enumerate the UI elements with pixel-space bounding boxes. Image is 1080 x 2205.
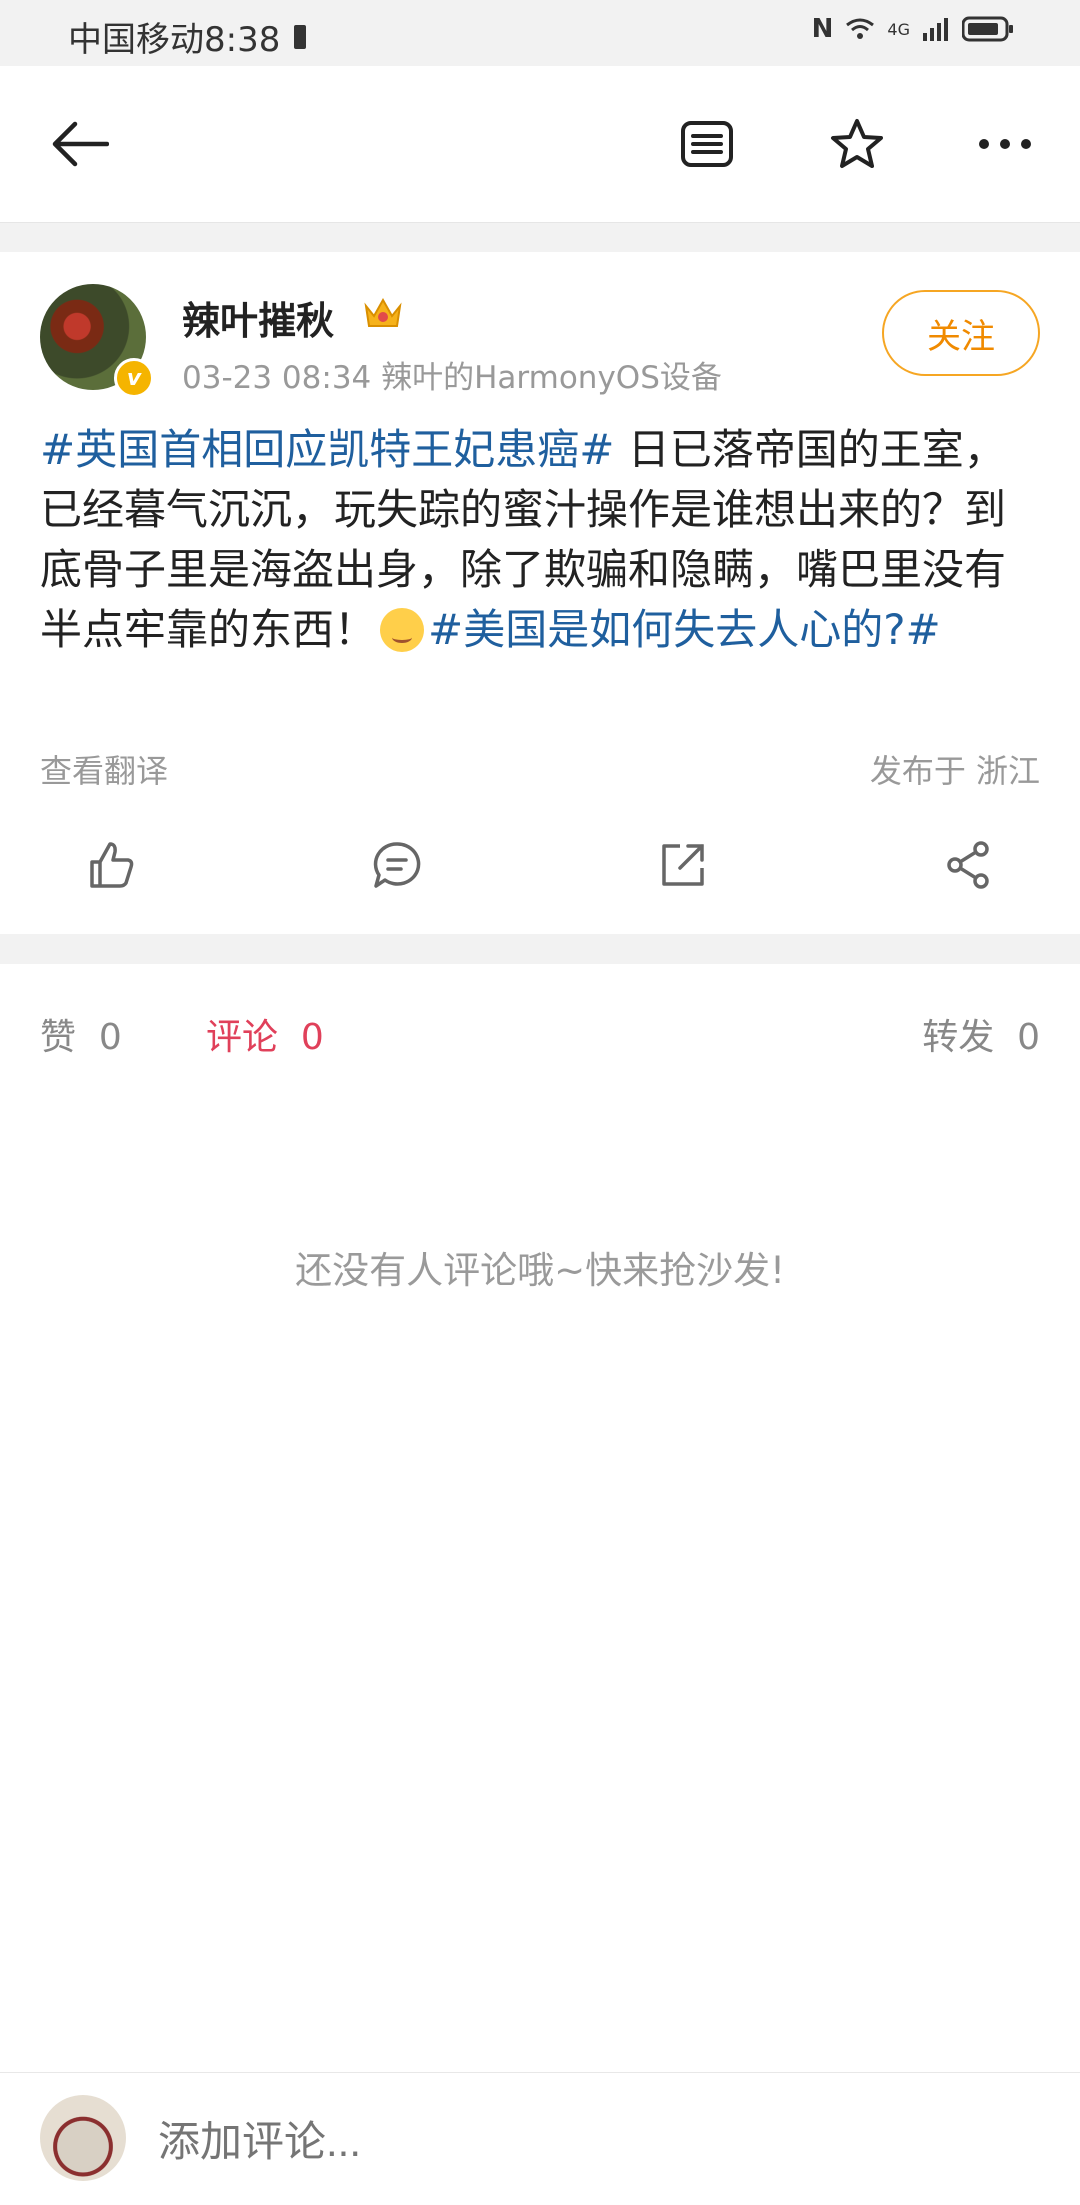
repost-icon[interactable]	[650, 832, 716, 898]
shush-emoji-icon	[380, 608, 425, 652]
post-content: #英国首相回应凯特王妃患癌# 日已落帝国的王室，已经暮气沉沉，玩失踪的蜜汁操作是…	[40, 420, 1040, 660]
top-bar	[0, 66, 1080, 223]
comment-bar	[0, 2072, 1080, 2205]
share-icon[interactable]	[936, 832, 1002, 898]
crown-icon	[364, 297, 402, 327]
tab-comments[interactable]: 评论 0	[206, 1008, 324, 1060]
follow-button[interactable]: 关注	[882, 290, 1040, 376]
nfc-icon: N	[811, 14, 834, 44]
comments-area: 还没有人评论哦~快来抢沙发!	[0, 1098, 1080, 2072]
battery-saver-icon	[294, 24, 307, 49]
back-arrow-icon[interactable]	[46, 111, 112, 177]
username[interactable]: 辣叶摧秋	[182, 290, 334, 345]
verified-badge-icon: v	[114, 358, 154, 398]
comment-input[interactable]	[156, 2117, 1020, 2167]
interaction-tabs: 赞 0 评论 0 转发 0	[0, 964, 1080, 1099]
like-icon[interactable]	[78, 832, 144, 898]
user-avatar[interactable]	[40, 2095, 126, 2181]
network-type: 4G	[887, 19, 910, 39]
action-bar	[0, 832, 1080, 912]
tab-reposts[interactable]: 转发 0	[922, 1008, 1040, 1060]
status-bar: 中国移动8:38 N 4G	[0, 0, 1080, 66]
empty-comments-message: 还没有人评论哦~快来抢沙发!	[295, 1249, 785, 1292]
more-icon[interactable]	[972, 111, 1038, 177]
wifi-icon	[846, 18, 875, 39]
battery-icon	[962, 16, 1013, 42]
carrier-time: 中国移动8:38	[68, 20, 281, 60]
star-icon[interactable]	[824, 111, 890, 177]
hashtag-link[interactable]: #美国是如何失去人心的?#	[428, 605, 941, 654]
signal-icon	[923, 18, 948, 41]
translate-link[interactable]: 查看翻译	[40, 746, 168, 792]
tab-likes[interactable]: 赞 0	[40, 1008, 122, 1060]
post-card: v 辣叶摧秋 03-23 08:34 辣叶的HarmonyOS设备 关注 #英国…	[0, 252, 1080, 934]
post-meta: 03-23 08:34 辣叶的HarmonyOS设备	[182, 360, 722, 396]
location-label: 发布于 浙江	[869, 752, 1040, 790]
hashtag-link[interactable]: #英国首相回应凯特王妃患癌#	[40, 425, 614, 474]
list-icon[interactable]	[674, 111, 740, 177]
comment-icon[interactable]	[364, 832, 430, 898]
